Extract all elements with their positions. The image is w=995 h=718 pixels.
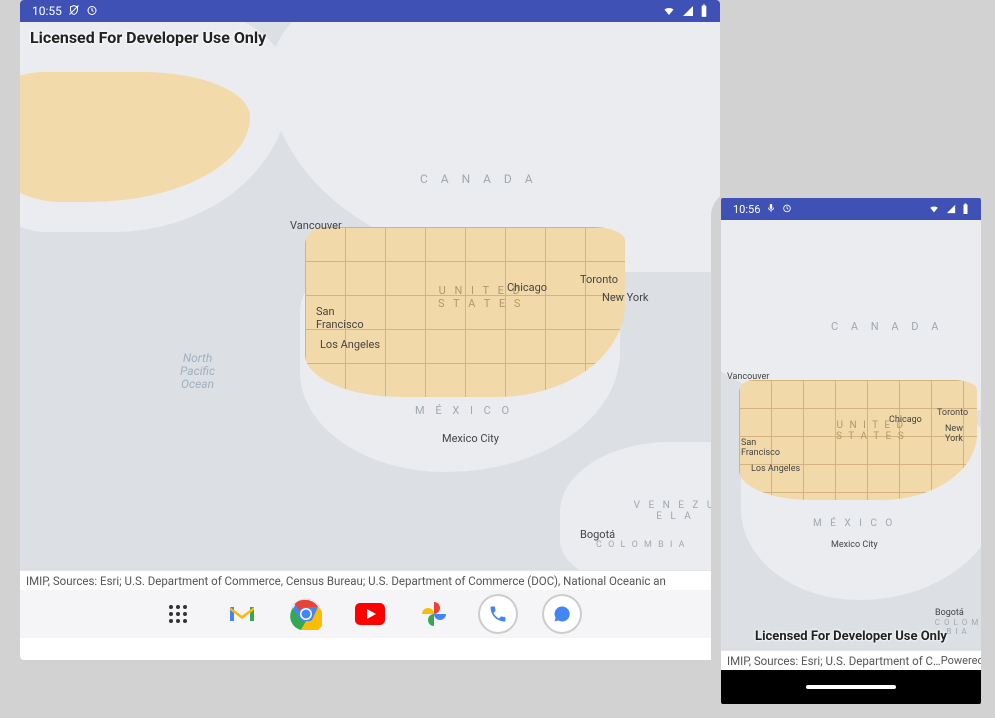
country-label-canada: C A N A D A: [420, 172, 538, 186]
signal-icon: [946, 204, 956, 214]
tablet-screen: 10:55 L: [20, 0, 720, 660]
messages-app-icon[interactable]: [544, 596, 580, 632]
status-clock: 10:55: [32, 4, 62, 18]
city-chicago: Chicago: [889, 415, 922, 425]
phone-app-icon[interactable]: [480, 596, 516, 632]
powered-by-label: Powered by: [941, 654, 981, 667]
city-sanfrancisco: San Francisco: [741, 438, 780, 458]
city-newyork: New York: [602, 291, 649, 304]
city-vancouver: Vancouver: [290, 219, 342, 232]
city-mexicocity: Mexico City: [831, 540, 878, 550]
youtube-icon[interactable]: [352, 596, 388, 632]
tablet-map-view[interactable]: Licensed For Developer Use Only C A N A …: [20, 22, 720, 570]
status-left-cluster: 10:55: [32, 4, 98, 19]
city-newyork: New York: [945, 424, 981, 444]
city-vancouver: Vancouver: [727, 372, 769, 382]
wifi-icon: [928, 204, 940, 214]
battery-icon: [700, 4, 708, 18]
license-watermark: Licensed For Developer Use Only: [721, 627, 981, 646]
status-right-cluster: [662, 4, 708, 18]
phone-device-frame: 10:56 C A N A D A U N I T E D S T A T E …: [711, 190, 991, 714]
city-toronto: Toronto: [937, 408, 968, 418]
city-bogota: Bogotá: [935, 608, 964, 618]
license-watermark: Licensed For Developer Use Only: [26, 26, 270, 49]
status-left-cluster: 10:56: [733, 203, 792, 216]
country-label-canada: C A N A D A: [831, 320, 943, 333]
city-toronto: Toronto: [580, 273, 618, 286]
mic-icon: [766, 203, 776, 216]
city-mexicocity: Mexico City: [442, 432, 499, 445]
phone-gesture-bar[interactable]: [721, 670, 981, 704]
tablet-attribution-bar: IMIP, Sources: Esri; U.S. Department of …: [20, 570, 720, 590]
country-label-mexico: M É X I C O: [813, 518, 895, 529]
country-label-mexico: M É X I C O: [415, 404, 513, 417]
gesture-handle[interactable]: [806, 685, 896, 689]
powered-by: Powered by Esri: [941, 654, 981, 667]
gmail-icon[interactable]: [224, 596, 260, 632]
photos-icon[interactable]: [416, 596, 452, 632]
wifi-icon: [662, 5, 676, 17]
phone-attribution-bar: IMIP, Sources: Esri; U.S. Department of …: [721, 650, 981, 670]
tablet-home-dock: [20, 590, 720, 638]
city-sanfrancisco: San Francisco: [316, 305, 364, 331]
timer-icon: [86, 4, 98, 19]
city-bogota: Bogotá: [580, 528, 615, 541]
attribution-text: IMIP, Sources: Esri; U.S. Department of …: [26, 574, 666, 588]
chrome-icon[interactable]: [288, 596, 324, 632]
status-right-cluster: [928, 203, 969, 215]
city-chicago: Chicago: [507, 281, 547, 294]
signal-icon: [682, 5, 694, 17]
no-sim-icon: [68, 4, 80, 19]
city-losangeles: Los Angeles: [751, 464, 800, 474]
city-losangeles: Los Angeles: [320, 338, 380, 351]
phone-status-bar: 10:56: [721, 198, 981, 220]
attribution-text: IMIP, Sources: Esri; U.S. Department of …: [727, 654, 941, 668]
status-clock: 10:56: [733, 203, 760, 216]
timer-icon: [782, 203, 792, 216]
battery-icon: [962, 203, 969, 215]
phone-map-view[interactable]: C A N A D A U N I T E D S T A T E S M É …: [721, 220, 981, 650]
country-label-colombia: C O L O M B I A: [596, 540, 687, 550]
ocean-label-pacific: North Pacific Ocean: [180, 352, 215, 392]
tablet-device-frame: 10:55 L: [0, 0, 740, 680]
phone-screen: 10:56 C A N A D A U N I T E D S T A T E …: [721, 198, 981, 704]
app-drawer-icon[interactable]: [160, 596, 196, 632]
country-label-venezuela: V E N E Z U E L A: [630, 500, 720, 522]
tablet-status-bar: 10:55: [20, 0, 720, 22]
